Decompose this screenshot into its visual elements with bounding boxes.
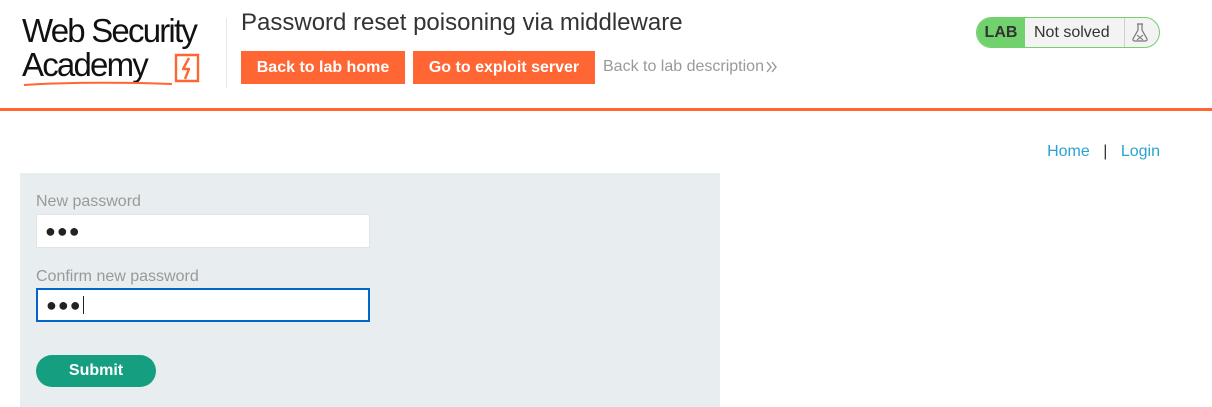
new-password-label: New password <box>36 193 141 210</box>
top-nav: Home | Login <box>1047 143 1160 161</box>
back-to-lab-description-label: Back to lab description <box>603 58 764 75</box>
logo-line-1: Web Security <box>22 12 198 49</box>
flask-icon <box>1132 23 1148 42</box>
text-caret <box>82 296 84 314</box>
nav-login-link[interactable]: Login <box>1121 143 1160 160</box>
new-password-value: ●●● <box>45 221 81 241</box>
lab-status-badge: LAB <box>977 18 1025 47</box>
header-rule <box>0 108 1212 111</box>
back-to-lab-home-button[interactable]: Back to lab home <box>241 51 405 84</box>
header-divider <box>226 18 227 88</box>
confirm-password-value: ●●● <box>46 295 82 315</box>
lab-status-widget: LAB Not solved <box>976 17 1160 48</box>
confirm-password-input[interactable]: ●●● <box>36 288 370 322</box>
double-chevron-right-icon <box>766 61 777 73</box>
confirm-password-label: Confirm new password <box>36 268 199 285</box>
lab-status-text: Not solved <box>1034 24 1110 41</box>
nav-home-link[interactable]: Home <box>1047 143 1090 160</box>
back-to-lab-description-link[interactable]: Back to lab description <box>603 58 778 76</box>
lab-header: Web Security Academy Password reset pois… <box>0 0 1212 111</box>
submit-button[interactable]: Submit <box>36 355 156 387</box>
lab-title: Password reset poisoning via middleware <box>241 9 683 36</box>
logo-bolt-icon <box>174 53 200 83</box>
new-password-input[interactable]: ●●● <box>36 214 370 248</box>
reset-password-form: New password ●●● Confirm new password ●●… <box>20 173 720 407</box>
nav-separator: | <box>1103 143 1108 160</box>
logo-underline-icon <box>23 81 173 86</box>
web-security-academy-logo[interactable]: Web Security Academy <box>22 14 227 88</box>
logo-wordmark: Web Security Academy <box>22 12 198 83</box>
go-to-exploit-server-button[interactable]: Go to exploit server <box>413 51 595 84</box>
logo-line-2: Academy <box>22 46 149 83</box>
status-divider <box>1124 18 1125 47</box>
